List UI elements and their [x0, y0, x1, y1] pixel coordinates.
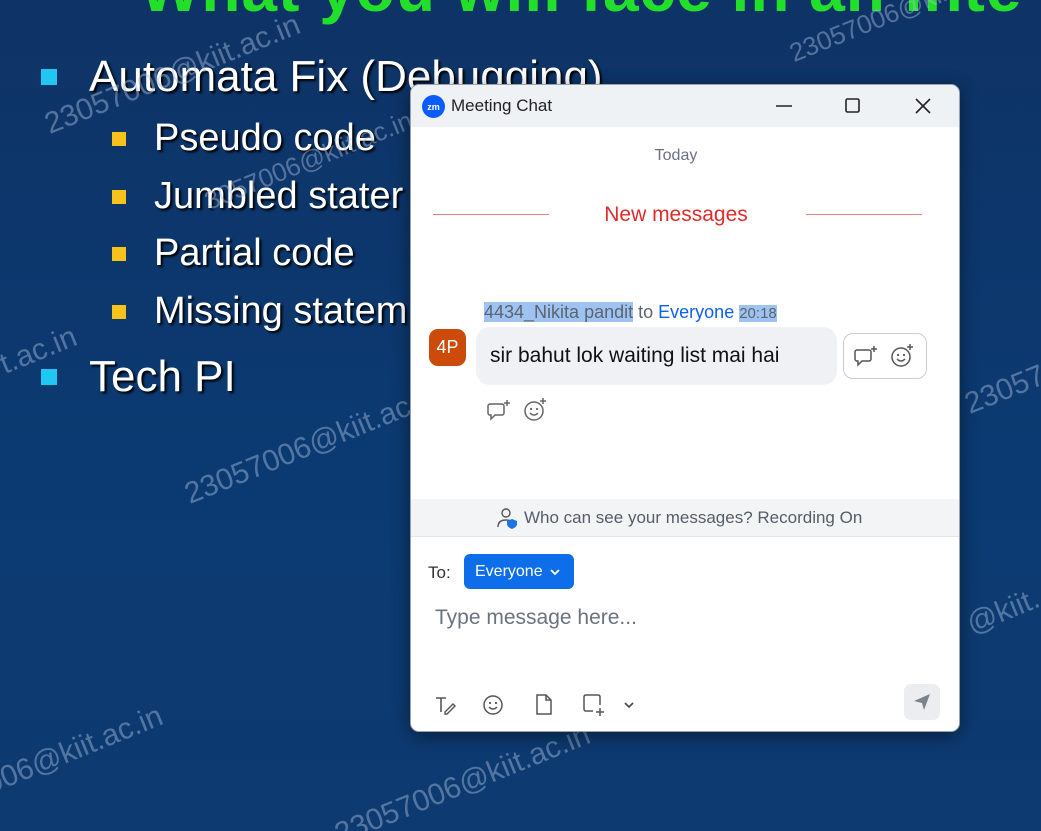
compose-area: To: Everyone — [411, 537, 959, 731]
chevron-down-icon — [549, 568, 560, 575]
format-icon — [436, 697, 456, 715]
close-button[interactable] — [903, 91, 943, 121]
bullet-marker — [112, 304, 126, 319]
message-actions — [843, 333, 927, 379]
message-header: 4434_Nikita pandit to Everyone 20:18 — [484, 302, 777, 323]
reply-icon — [854, 346, 877, 367]
reply-button[interactable] — [486, 398, 512, 422]
to-label: To: — [428, 563, 451, 582]
chat-message-area[interactable]: Today New messages 4434_Nikita pandit to… — [411, 127, 959, 499]
emoji-button[interactable] — [481, 693, 505, 717]
screenshot-button[interactable] — [581, 693, 607, 717]
emoji-icon — [483, 695, 503, 715]
screenshot-icon — [583, 694, 604, 716]
minimize-button[interactable] — [764, 91, 804, 121]
bullet-text: Tech PI — [89, 352, 236, 401]
visibility-text: Who can see your messages? Recording On — [524, 508, 863, 527]
watermark: 2305700 — [960, 346, 1041, 421]
new-messages-divider: New messages — [604, 203, 748, 226]
zoom-logo-icon: zm — [422, 95, 445, 118]
divider-line — [806, 214, 922, 215]
window-title: Meeting Chat — [451, 96, 553, 115]
send-icon — [914, 694, 930, 710]
send-button[interactable] — [904, 684, 940, 720]
minimize-icon — [776, 105, 792, 107]
add-reaction-button[interactable] — [522, 398, 548, 422]
message-input[interactable] — [433, 599, 917, 637]
more-options-button[interactable] — [621, 697, 637, 713]
message-bubble[interactable]: sir bahut lok waiting list mai hai — [476, 327, 837, 385]
bullet-marker — [41, 369, 57, 385]
bullet-text: Missing statem — [154, 290, 408, 332]
recipient-dropdown-label: Everyone — [475, 562, 543, 580]
date-divider: Today — [654, 147, 698, 164]
chevron-down-icon — [624, 702, 634, 709]
visibility-info-icon — [497, 507, 519, 529]
recipient-name: Everyone — [658, 302, 735, 322]
add-reaction-icon — [891, 344, 913, 367]
visibility-notice[interactable]: Who can see your messages? Recording On — [411, 499, 959, 537]
watermark: 006@kiit.ac.in — [0, 699, 168, 801]
reply-button[interactable] — [853, 344, 879, 368]
maximize-button[interactable] — [833, 91, 873, 121]
reply-icon — [487, 400, 510, 421]
bullet-tech-pi: Tech PI — [41, 352, 236, 402]
title-bar[interactable]: zm Meeting Chat — [411, 85, 959, 127]
message-time: 20:18 — [739, 305, 777, 322]
bullet-marker — [112, 189, 126, 204]
bullet-marker — [112, 131, 126, 146]
watermark: 23057006@kiit.ac.in — [330, 717, 595, 831]
bullet-text: Partial code — [154, 232, 355, 274]
bullet-marker — [41, 69, 57, 85]
file-icon — [536, 694, 552, 715]
sender-name[interactable]: 4434_Nikita pandit — [484, 302, 634, 322]
format-button[interactable] — [433, 693, 457, 717]
bullet-missing-statements: Missing statem — [112, 290, 407, 333]
bullet-partial-code: Partial code — [112, 232, 355, 275]
message-text: sir bahut lok waiting list mai hai — [490, 344, 780, 367]
meeting-chat-window: zm Meeting Chat Today New messages 4434_… — [410, 84, 960, 732]
file-button[interactable] — [532, 693, 556, 717]
avatar[interactable]: 4P — [429, 329, 466, 366]
add-reaction-icon — [524, 398, 546, 421]
maximize-icon — [845, 98, 860, 113]
to-word: to — [638, 302, 654, 322]
add-reaction-button[interactable] — [889, 344, 915, 368]
bullet-marker — [112, 246, 126, 261]
recipient-dropdown[interactable]: Everyone — [464, 554, 574, 589]
watermark: @kiit. — [962, 581, 1041, 641]
close-icon — [915, 98, 931, 114]
